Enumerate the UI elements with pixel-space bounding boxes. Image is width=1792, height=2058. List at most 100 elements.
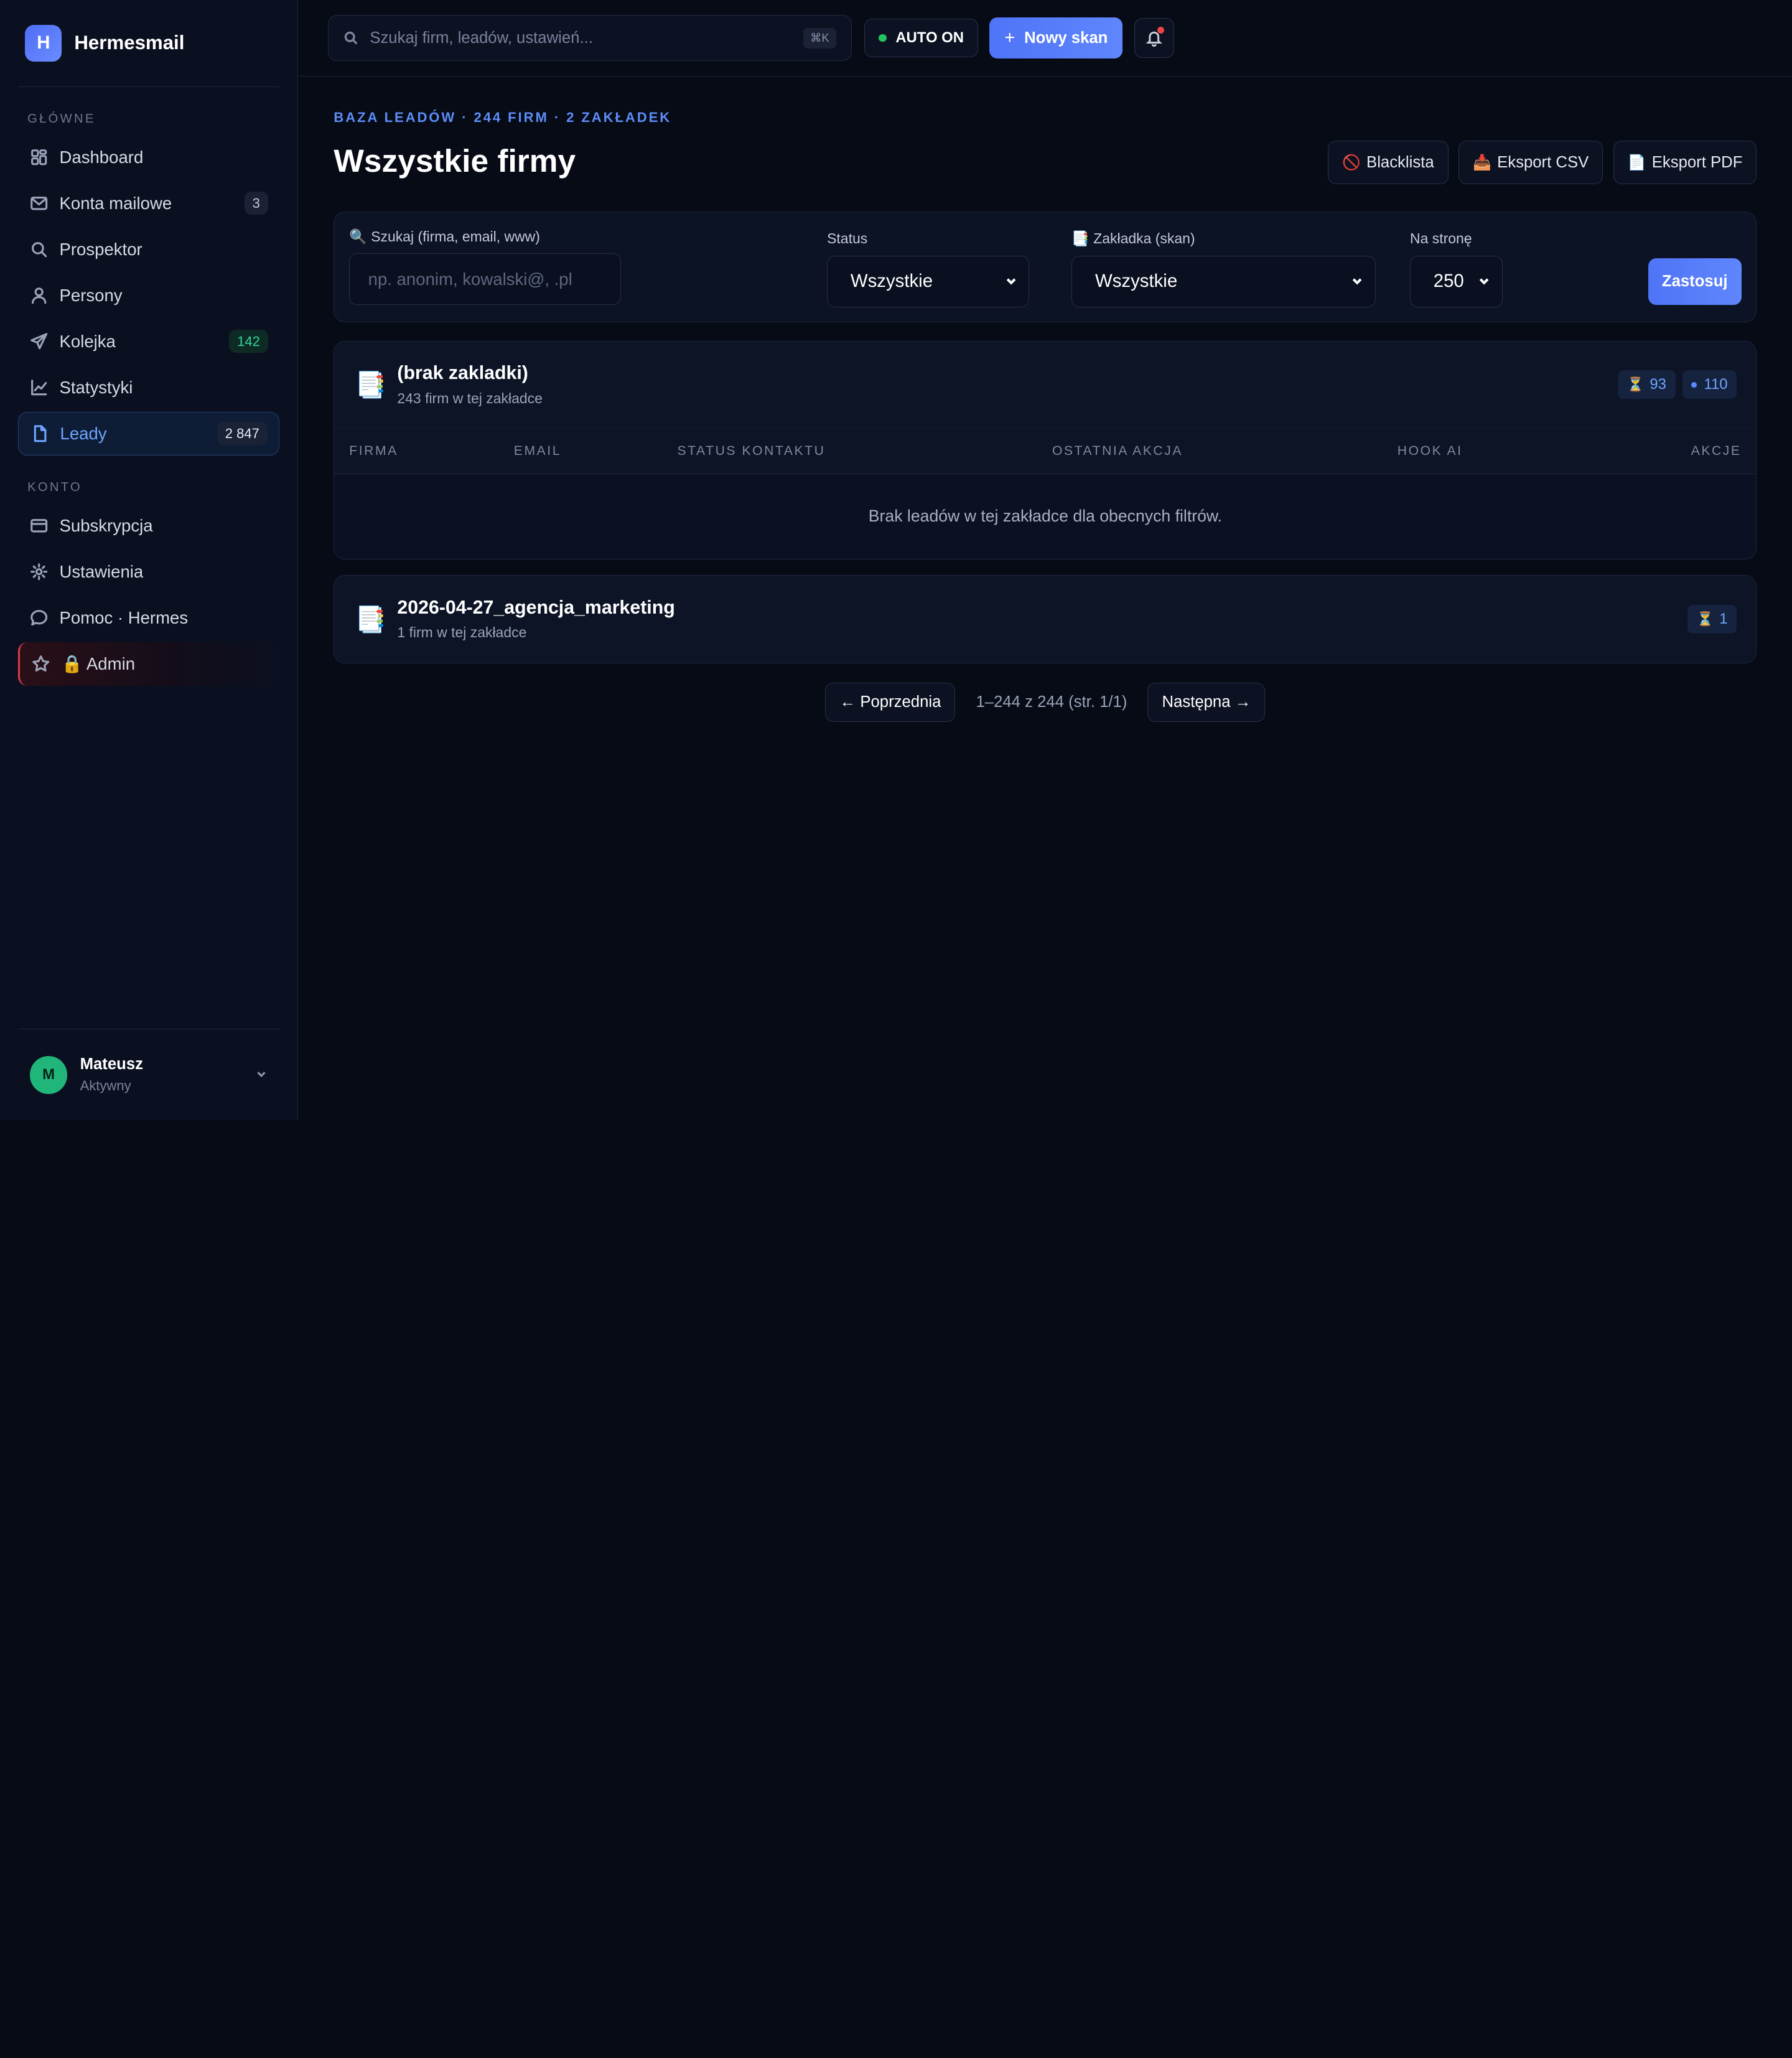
topbar: Szukaj firm, leadów, ustawień... ⌘K AUTO… (298, 0, 1792, 77)
blacklist-label: Blacklista (1366, 153, 1434, 171)
column-header-email: EMAIL (513, 444, 562, 458)
bookmark-tabs-icon: 📑 (355, 370, 386, 399)
page-eyebrow: BAZA LEADÓW · 244 FIRM · 2 ZAKŁADEK (334, 110, 672, 126)
new-scan-button[interactable]: + Nowy skan (989, 17, 1123, 59)
next-page-button[interactable]: Następna → (1147, 683, 1266, 722)
notification-dot (1157, 26, 1165, 34)
group-name: 2026-04-27_agencja_marketing (397, 597, 675, 619)
forbidden-icon: 🚫 (1342, 154, 1361, 171)
group-badges: ⏳ 93 110 (1618, 370, 1737, 400)
table-header: FIRMA EMAIL STATUS KONTAKTU OSTATNIA AKC… (334, 428, 1757, 474)
sidebar-item-leads[interactable]: Leady 2 847 (18, 411, 280, 456)
export-csv-button[interactable]: 📥 Eksport CSV (1458, 141, 1603, 184)
auto-toggle-button[interactable]: AUTO ON (864, 18, 978, 58)
chevron-down-icon[interactable] (254, 1067, 268, 1081)
blacklist-button[interactable]: 🚫 Blacklista (1328, 141, 1449, 184)
global-search-input[interactable]: Szukaj firm, leadów, ustawień... ⌘K (328, 15, 852, 61)
user-status: Aktywny (80, 1078, 131, 1094)
sidebar-item-label: Kolejka (59, 331, 116, 351)
new-badge: 110 (1682, 370, 1737, 400)
search-icon (344, 31, 358, 45)
per-page-label: Na stronę (1410, 230, 1472, 247)
hourglass-icon: ⏳ (1626, 377, 1645, 393)
search-filter-input[interactable]: np. anonim, kowalski@, .pl (349, 253, 622, 305)
sidebar-item-label: Ustawienia (59, 561, 144, 581)
group-titles: (brak zakladki) 243 firm w tej zakładce (397, 363, 542, 406)
sidebar-item-label: Persony (59, 285, 123, 305)
search-filter-label: 🔍 Szukaj (firma, email, www) (349, 228, 540, 245)
chevron-down-icon (1353, 278, 1362, 285)
filters-panel: 🔍 Szukaj (firma, email, www) np. anonim,… (334, 212, 1757, 323)
sidebar-item-admin[interactable]: 🔒 Admin (18, 642, 280, 686)
brand-name: Hermesmail (74, 32, 185, 54)
apply-button[interactable]: Zastosuj (1648, 258, 1742, 305)
hourglass-icon: ⏳ (1696, 611, 1714, 627)
sidebar-item-prospector[interactable]: Prospektor (18, 228, 279, 271)
group-badges: ⏳ 1 (1687, 605, 1737, 634)
search-icon (31, 241, 47, 258)
sidebar-item-settings[interactable]: Ustawienia (18, 550, 279, 594)
brand-logo: H (25, 24, 62, 62)
sidebar-item-statistics[interactable]: Statystyki (18, 366, 279, 409)
per-page-value: 250 (1433, 271, 1464, 292)
pending-badge: ⏳ 93 (1618, 370, 1676, 400)
notifications-button[interactable] (1134, 17, 1174, 58)
sidebar-item-dashboard[interactable]: Dashboard (18, 136, 279, 179)
per-page-select[interactable]: 250 (1410, 255, 1503, 307)
sidebar-item-subscription[interactable]: Subskrypcja (18, 504, 279, 548)
count-badge: 2 847 (217, 422, 268, 446)
prev-page-button[interactable]: ← Poprzednia (825, 683, 956, 722)
user-info: Mateusz Aktywny (80, 1055, 143, 1094)
chevron-down-icon (1006, 278, 1016, 285)
inbox-tray-icon: 📥 (1473, 154, 1491, 171)
user-menu[interactable]: M Mateusz Aktywny (18, 1029, 280, 1120)
empty-state: Brak leadów w tej zakładce dla obecnych … (334, 474, 1757, 559)
tab-filter-label: 📑 Zakładka (skan) (1071, 230, 1195, 247)
pending-count: 93 (1650, 376, 1666, 393)
status-filter-label: Status (827, 230, 868, 247)
shortcut-hint: ⌘K (803, 27, 836, 49)
app-root: H Hermesmail GŁÓWNE Dashboard Konta mail… (0, 0, 1792, 1121)
count-badge: 3 (244, 192, 268, 215)
column-header-last-action: OSTATNIA AKCJA (1052, 444, 1183, 458)
pagination-info: 1–244 z 244 (str. 1/1) (976, 693, 1127, 711)
page-title: Wszystkie firmy (334, 143, 576, 179)
dashboard-icon (30, 149, 47, 166)
group-subtitle: 243 firm w tej zakładce (397, 390, 543, 406)
mail-icon (30, 196, 47, 210)
group-header[interactable]: 📑 (brak zakladki) 243 firm w tej zakładc… (334, 341, 1757, 429)
sidebar-item-personas[interactable]: Persony (18, 274, 279, 317)
chevron-down-icon (1480, 278, 1489, 285)
brand[interactable]: H Hermesmail (18, 0, 280, 87)
status-select-value: Wszystkie (850, 271, 933, 292)
title-row: Wszystkie firmy 🚫 Blacklista 📥 Eksport C… (334, 138, 1757, 184)
page-actions: 🚫 Blacklista 📥 Eksport CSV 📄 Eksport PDF (1328, 141, 1757, 184)
nav-section-main: GŁÓWNE (27, 112, 96, 126)
sidebar-item-label: Pomoc · Hermes (59, 607, 189, 627)
count-badge: 142 (229, 330, 268, 353)
sidebar-item-queue[interactable]: Kolejka 142 (18, 320, 279, 363)
bookmark-tabs-icon: 📑 (355, 604, 386, 634)
user-name: Mateusz (80, 1055, 143, 1073)
group-header[interactable]: 📑 2026-04-27_agencja_marketing 1 firm w … (334, 576, 1757, 663)
send-icon (30, 333, 47, 350)
sidebar-item-help[interactable]: Pomoc · Hermes (18, 596, 279, 640)
sidebar-item-label: 🔒 Admin (61, 654, 136, 674)
export-pdf-button[interactable]: 📄 Eksport PDF (1613, 141, 1757, 184)
group-name: (brak zakladki) (397, 363, 528, 384)
dot-icon (1691, 381, 1697, 388)
avatar: M (29, 1055, 68, 1094)
sidebar: H Hermesmail GŁÓWNE Dashboard Konta mail… (0, 0, 299, 1121)
export-csv-label: Eksport CSV (1497, 153, 1589, 171)
pagination: ← Poprzednia 1–244 z 244 (str. 1/1) Nast… (334, 683, 1757, 722)
nav-section-account: KONTO (27, 480, 83, 494)
sidebar-item-label: Subskrypcja (59, 515, 153, 535)
tab-select[interactable]: Wszystkie (1071, 255, 1376, 307)
file-icon (34, 425, 47, 442)
pending-badge: ⏳ 1 (1687, 605, 1737, 634)
sidebar-item-mail-accounts[interactable]: Konta mailowe 3 (18, 182, 279, 225)
chat-icon (30, 610, 47, 626)
search-placeholder: Szukaj firm, leadów, ustawień... (370, 29, 593, 47)
sidebar-item-label: Dashboard (59, 147, 144, 167)
status-select[interactable]: Wszystkie (827, 255, 1030, 307)
